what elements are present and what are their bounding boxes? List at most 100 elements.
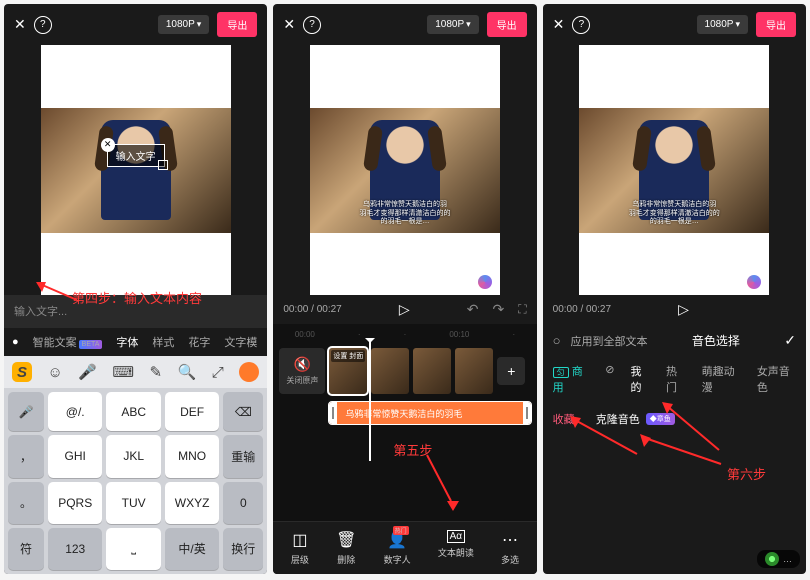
key-symbols[interactable]: 符 xyxy=(8,528,44,570)
video-clip-2[interactable] xyxy=(371,348,409,394)
emoji-icon[interactable]: ☺ xyxy=(47,364,62,381)
tab-hot[interactable]: 热门 xyxy=(666,363,686,395)
keyboard-settings-icon[interactable]: ⌨ xyxy=(112,363,134,381)
key-voice[interactable]: 🎤 xyxy=(8,392,44,431)
key-zero[interactable]: 0 xyxy=(223,482,263,524)
export-button[interactable]: 导出 xyxy=(487,12,527,37)
tool-digital-human[interactable]: 👤数字人热门 xyxy=(384,530,411,566)
video-frame-image: ✕ 输入文字 xyxy=(41,108,231,233)
key-123[interactable]: 123 xyxy=(48,528,102,570)
annotation-arrow-3 xyxy=(637,434,727,474)
caption-placeholder: 输入文字 xyxy=(116,152,156,163)
subtitle-text: 乌鸦非常惊赞天鹅洁白的羽羽毛才变得那样清澈洁白的的的羽毛一根是… xyxy=(310,201,500,226)
tab-commercial[interactable]: 匀 商用 xyxy=(553,363,590,395)
tab-female[interactable]: 女声音色 xyxy=(757,363,796,395)
watermark-logo-icon xyxy=(478,275,492,289)
close-icon[interactable] xyxy=(14,16,26,33)
caption-close-icon[interactable]: ✕ xyxy=(101,138,115,152)
key-period[interactable]: 。 xyxy=(8,482,44,524)
tab-font[interactable]: 字体 xyxy=(116,334,138,350)
tool-layer[interactable]: ◫层级 xyxy=(291,530,309,566)
confirm-icon[interactable] xyxy=(784,332,796,349)
expand-icon[interactable]: ⤢ xyxy=(212,364,224,381)
export-button[interactable]: 导出 xyxy=(217,12,257,37)
key-wxyz[interactable]: WXYZ xyxy=(165,482,219,524)
tool-text-to-speech[interactable]: Aα文本朗读 xyxy=(438,530,474,566)
bottom-toolbar: ◫层级 🗑删除 👤数字人热门 Aα文本朗读 ⋯多选 xyxy=(273,521,536,574)
play-icon[interactable] xyxy=(678,301,689,318)
undo-icon[interactable] xyxy=(467,301,479,318)
key-def[interactable]: DEF xyxy=(165,392,219,431)
tool-delete[interactable]: 🗑删除 xyxy=(336,530,356,566)
video-frame-image: 乌鸦非常惊赞天鹅洁白的羽羽毛才变得那样清澈洁白的的的羽毛一根是… xyxy=(579,108,769,233)
timeline[interactable]: 00:00··00:10· 关闭原声 设置 封面 + 乌鸦非常惊赞天鹅洁白的羽毛… xyxy=(273,324,536,521)
playhead[interactable] xyxy=(369,342,371,461)
voice-panel-header: 应用到全部文本 音色选择 xyxy=(543,324,806,357)
tab-template[interactable]: 文字模 xyxy=(224,334,257,350)
resolution-button[interactable]: 1080P xyxy=(697,15,748,34)
text-overlay-box[interactable]: ✕ 输入文字 xyxy=(107,144,165,167)
key-jkl[interactable]: JKL xyxy=(106,435,160,477)
key-enter[interactable]: 换行 xyxy=(223,528,263,570)
export-button[interactable]: 导出 xyxy=(756,12,796,37)
tab-smart-copy[interactable]: 智能文案BETA xyxy=(33,334,103,350)
annotation-step5: 第五步 xyxy=(393,440,432,459)
help-icon[interactable] xyxy=(303,16,321,34)
key-space[interactable]: ⎵ xyxy=(106,528,160,570)
clip-handle-right[interactable] xyxy=(523,402,531,424)
fullscreen-icon[interactable] xyxy=(518,302,526,317)
key-at[interactable]: @/. xyxy=(48,392,102,431)
key-pqrs[interactable]: PQRS xyxy=(48,482,102,524)
ime-logo-icon[interactable]: S xyxy=(12,362,32,382)
voice-item-clone[interactable]: 克隆音色 ◆章鱼 xyxy=(596,411,675,427)
key-ghi[interactable]: GHI xyxy=(48,435,102,477)
key-lang[interactable]: 中/英 xyxy=(165,528,219,570)
resolution-button[interactable]: 1080P xyxy=(427,15,478,34)
key-abc[interactable]: ABC xyxy=(106,392,160,431)
tab-mine[interactable]: 我的 xyxy=(630,363,650,395)
key-comma[interactable]: ， xyxy=(8,435,44,477)
preview-canvas: ✕ 输入文字 xyxy=(4,45,267,295)
annotation-step6: 第六步 xyxy=(727,464,766,483)
key-reinput[interactable]: 重输 xyxy=(223,435,263,477)
favorites-label[interactable]: 收藏 xyxy=(553,414,575,426)
close-icon[interactable] xyxy=(283,16,295,33)
key-backspace[interactable]: ⌫ xyxy=(223,392,263,431)
tab-none[interactable]: ⊘ xyxy=(605,363,614,395)
tab-anime[interactable]: 萌趣动漫 xyxy=(702,363,741,395)
clip-handle-left[interactable] xyxy=(329,402,337,424)
edit-icon[interactable]: ✎ xyxy=(150,363,163,381)
text-track-clip[interactable]: 乌鸦非常惊赞天鹅洁白的羽毛 xyxy=(329,402,530,424)
tab-style[interactable]: 样式 xyxy=(152,334,174,350)
close-icon[interactable] xyxy=(553,16,565,33)
resolution-button[interactable]: 1080P xyxy=(158,15,209,34)
tool-multiselect[interactable]: ⋯多选 xyxy=(501,530,519,566)
video-clip-4[interactable] xyxy=(455,348,493,394)
kb-search-icon[interactable]: 🔍 xyxy=(178,363,197,381)
redo-icon[interactable] xyxy=(493,301,505,318)
text-style-tabs: ● 智能文案BETA 字体 样式 花字 文字模 xyxy=(4,327,267,356)
help-icon[interactable] xyxy=(572,16,590,34)
playback-bar: 00:00 / 00:27 xyxy=(273,295,536,324)
video-clip-3[interactable] xyxy=(413,348,451,394)
vip-badge: ◆章鱼 xyxy=(646,413,675,425)
mute-original-audio[interactable]: 关闭原声 xyxy=(279,348,325,394)
mic-icon[interactable]: 🎤 xyxy=(78,363,97,381)
screenshot-step6: 1080P 导出 乌鸦非常惊赞天鹅洁白的羽羽毛才变得那样清澈洁白的的的羽毛一根是… xyxy=(543,4,806,574)
preview-canvas: 乌鸦非常惊赞天鹅洁白的羽羽毛才变得那样清澈洁白的的的羽毛一根是… xyxy=(273,45,536,295)
caption-resize-handle[interactable] xyxy=(158,160,168,170)
key-mno[interactable]: MNO xyxy=(165,435,219,477)
add-clip-button[interactable]: + xyxy=(497,357,525,385)
video-clip-1[interactable]: 设置 封面 xyxy=(329,348,367,394)
keyboard: S ☺ 🎤 ⌨ ✎ 🔍 ⤢ 🎤 @/. ABC DEF ⌫ ， GHI JKL … xyxy=(4,356,267,574)
apply-all-label[interactable]: 应用到全部文本 xyxy=(571,333,648,349)
help-icon[interactable] xyxy=(34,16,52,34)
subtitle-text: 乌鸦非常惊赞天鹅洁白的羽羽毛才变得那样清澈洁白的的的羽毛一根是… xyxy=(579,201,769,226)
assistant-icon[interactable] xyxy=(239,362,259,382)
play-icon[interactable] xyxy=(399,301,410,318)
annotation-step4: 第四步：输入文本内容 xyxy=(72,288,202,307)
tab-fancy[interactable]: 花字 xyxy=(188,334,210,350)
apply-all-radio[interactable] xyxy=(553,333,561,348)
playback-bar: 00:00 / 00:27 xyxy=(543,295,806,324)
key-tuv[interactable]: TUV xyxy=(106,482,160,524)
